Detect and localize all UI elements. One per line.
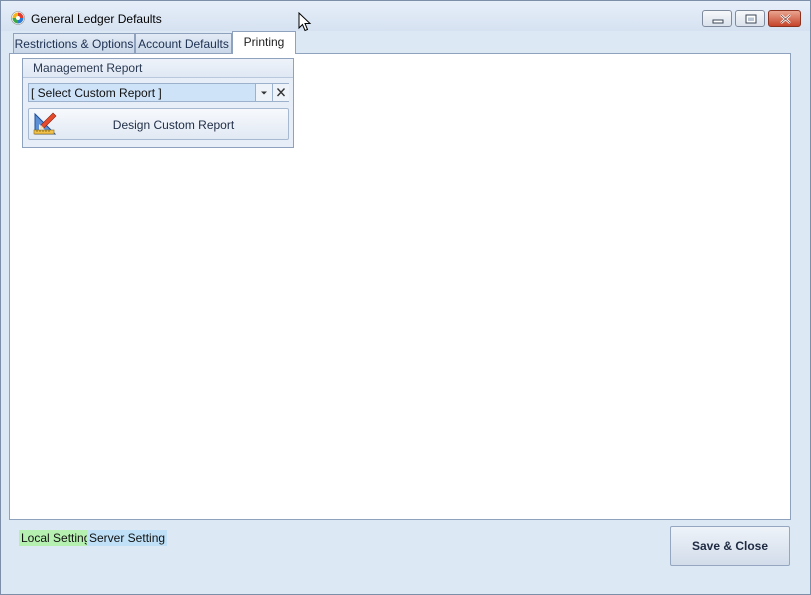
tab-restrictions-options[interactable]: Restrictions & Options xyxy=(13,33,135,53)
maximize-button[interactable] xyxy=(735,10,765,27)
clear-x-icon xyxy=(276,88,286,97)
custom-report-dropdown-button[interactable] xyxy=(255,84,272,101)
management-report-group-title: Management Report xyxy=(23,59,293,78)
chevron-down-icon xyxy=(261,91,267,95)
maximize-icon xyxy=(745,14,757,24)
tab-account-defaults[interactable]: Account Defaults xyxy=(135,33,232,53)
printing-tab-panel: Management Report [ Select Custom Report… xyxy=(9,53,791,520)
minimize-button[interactable] xyxy=(702,10,732,27)
mouse-cursor-icon xyxy=(298,12,312,32)
general-ledger-defaults-window: General Ledger Defaults Restrictions & O… xyxy=(0,0,811,595)
custom-report-clear-button[interactable] xyxy=(272,84,289,101)
legend-local-setting: Local Setting xyxy=(19,530,93,546)
app-logo-icon xyxy=(11,11,25,25)
minimize-icon xyxy=(712,19,724,24)
design-custom-report-button[interactable]: Design Custom Report xyxy=(28,108,289,140)
custom-report-select-value: [ Select Custom Report ] xyxy=(31,86,162,100)
custom-report-select[interactable]: [ Select Custom Report ] xyxy=(28,83,289,102)
title-bar: General Ledger Defaults xyxy=(1,1,810,32)
tab-printing[interactable]: Printing xyxy=(232,31,296,54)
close-icon xyxy=(780,14,791,24)
design-custom-report-label: Design Custom Report xyxy=(112,118,235,132)
legend-server-setting: Server Setting xyxy=(87,530,168,546)
window-title: General Ledger Defaults xyxy=(31,12,162,26)
close-button[interactable] xyxy=(768,10,801,27)
save-close-button[interactable]: Save & Close xyxy=(670,526,790,566)
management-report-group: Management Report [ Select Custom Report… xyxy=(22,58,294,148)
